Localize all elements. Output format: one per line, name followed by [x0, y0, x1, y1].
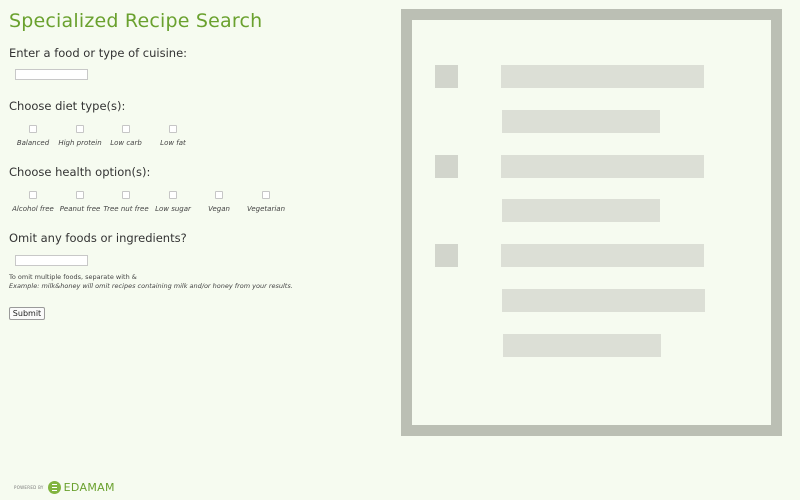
health-option-peanut-free[interactable]: Peanut free: [54, 191, 106, 213]
diet-question-label: Choose diet type(s):: [9, 99, 126, 113]
health-option-label: Vegetarian: [246, 205, 286, 213]
health-option-alcohol-free[interactable]: Alcohol free: [7, 191, 59, 213]
omit-question-label: Omit any foods or ingredients?: [9, 231, 187, 245]
results-placeholder-inner: [412, 20, 771, 425]
placeholder-line: [501, 65, 704, 88]
health-option-label: Low sugar: [155, 205, 191, 213]
diet-option-balanced[interactable]: Balanced: [7, 125, 59, 147]
checkbox[interactable]: [169, 125, 177, 133]
health-option-label: Peanut free: [59, 205, 101, 213]
health-option-label: Tree nut free: [103, 205, 149, 213]
diet-option-label: Balanced: [16, 139, 50, 147]
omit-example-line: Example: milk&honey will omit recipes co…: [9, 281, 293, 290]
health-option-vegan[interactable]: Vegan: [193, 191, 245, 213]
checkbox[interactable]: [169, 191, 177, 199]
edamam-brand: EDAMAM: [63, 480, 115, 494]
checkbox[interactable]: [76, 191, 84, 199]
results-placeholder-panel: [401, 9, 782, 436]
omit-ingredients-input[interactable]: [15, 255, 88, 266]
powered-by-edamam[interactable]: POWERED BY EDAMAM: [14, 480, 115, 494]
checkbox[interactable]: [122, 125, 130, 133]
diet-option-high-protein[interactable]: High protein: [54, 125, 106, 147]
placeholder-line: [501, 244, 704, 267]
page-title: Specialized Recipe Search: [9, 10, 263, 32]
food-search-input[interactable]: [15, 69, 88, 80]
diet-option-low-fat[interactable]: Low fat: [147, 125, 199, 147]
health-option-tree-nut-free[interactable]: Tree nut free: [100, 191, 152, 213]
checkbox[interactable]: [122, 191, 130, 199]
checkbox[interactable]: [76, 125, 84, 133]
diet-option-low-carb[interactable]: Low carb: [100, 125, 152, 147]
edamam-logo-icon: [47, 480, 61, 494]
omit-help-text: To omit multiple foods, separate with & …: [9, 273, 293, 290]
checkbox[interactable]: [29, 191, 37, 199]
diet-option-label: Low carb: [110, 139, 142, 147]
food-question-label: Enter a food or type of cuisine:: [9, 46, 188, 60]
placeholder-line: [501, 155, 704, 178]
omit-help-line: To omit multiple foods, separate with &: [9, 273, 137, 281]
health-option-label: Alcohol free: [12, 205, 54, 213]
submit-button[interactable]: Submit: [9, 307, 45, 320]
powered-by-label: POWERED BY: [14, 484, 44, 490]
placeholder-thumbnail: [435, 155, 458, 178]
diet-option-label: Low fat: [160, 139, 186, 147]
placeholder-thumbnail: [435, 65, 458, 88]
health-option-low-sugar[interactable]: Low sugar: [147, 191, 199, 213]
checkbox[interactable]: [262, 191, 270, 199]
diet-option-label: High protein: [58, 139, 102, 147]
health-question-label: Choose health option(s):: [9, 165, 151, 179]
health-option-vegetarian[interactable]: Vegetarian: [240, 191, 292, 213]
placeholder-line: [502, 289, 705, 312]
placeholder-line: [502, 110, 660, 133]
placeholder-line: [503, 334, 661, 357]
recipe-search-page: Specialized Recipe Search Enter a food o…: [0, 0, 800, 500]
placeholder-thumbnail: [435, 244, 458, 267]
placeholder-line: [502, 199, 660, 222]
checkbox[interactable]: [29, 125, 37, 133]
health-option-label: Vegan: [208, 205, 230, 213]
checkbox[interactable]: [215, 191, 223, 199]
